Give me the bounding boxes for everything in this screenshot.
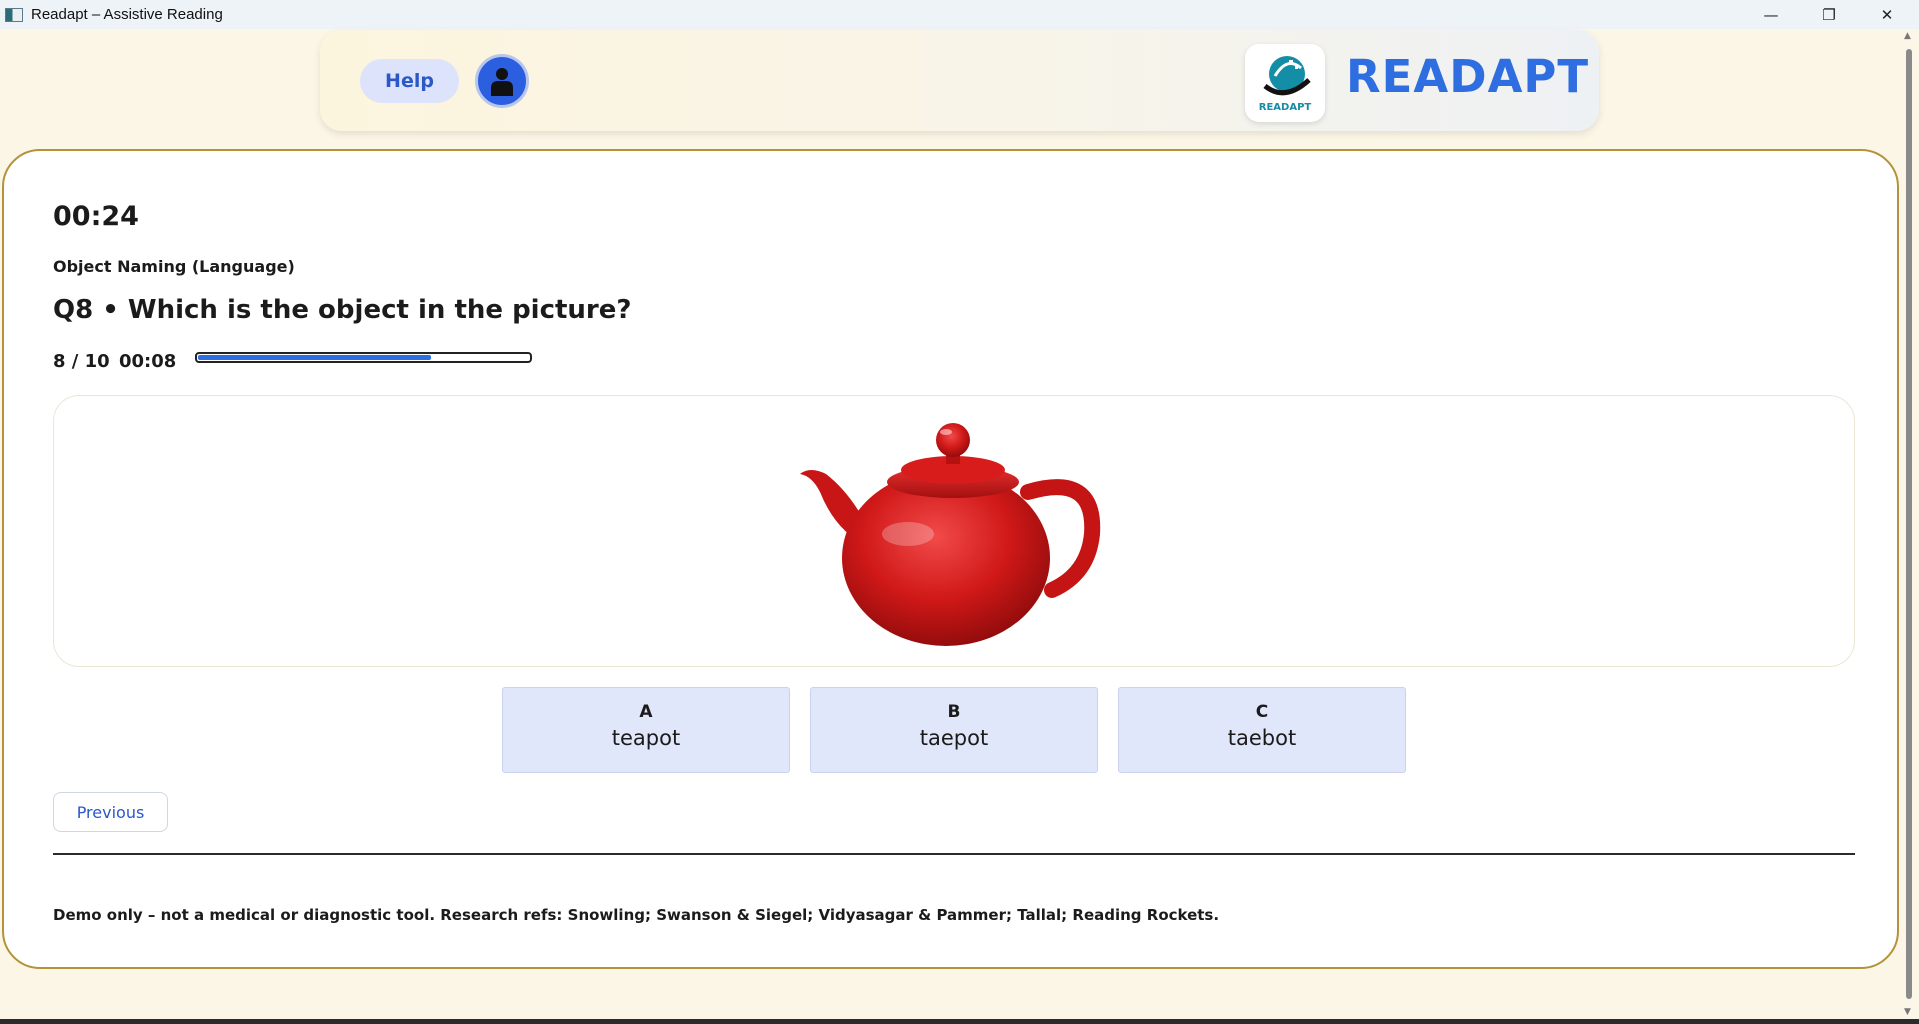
option-word: teapot — [611, 726, 681, 750]
quiz-card: 00:24 Object Naming (Language) Q8 • Whic… — [2, 149, 1899, 969]
option-letter: A — [639, 702, 653, 722]
option-c-button[interactable]: C taebot — [1118, 687, 1406, 773]
readapt-logo: READAPT — [1245, 44, 1325, 122]
scroll-down-icon[interactable]: ▼ — [1904, 1007, 1911, 1017]
progress-count: 8 / 10 — [53, 351, 110, 372]
question-text: Q8 • Which is the object in the picture? — [53, 295, 632, 325]
app-icon — [5, 7, 23, 22]
task-category: Object Naming (Language) — [53, 257, 295, 276]
bottom-edge — [0, 1019, 1919, 1024]
option-letter: B — [947, 702, 961, 722]
window-title: Readapt – Assistive Reading — [31, 6, 223, 23]
progress-bar-fill — [198, 355, 432, 360]
teapot-image — [800, 423, 1101, 646]
minimize-button[interactable]: — — [1742, 0, 1800, 29]
help-button[interactable]: Help — [360, 59, 459, 103]
option-a-button[interactable]: A teapot — [502, 687, 790, 773]
progress-bar — [195, 352, 532, 363]
scroll-up-icon[interactable]: ▲ — [1904, 31, 1911, 41]
person-icon — [491, 68, 513, 96]
profile-button[interactable] — [475, 54, 529, 108]
option-b-button[interactable]: B taepot — [810, 687, 1098, 773]
option-word: taepot — [919, 726, 989, 750]
disclaimer-footer: Demo only – not a medical or diagnostic … — [53, 906, 1220, 924]
vertical-scrollbar[interactable]: ▲ ▼ — [1899, 29, 1919, 1019]
app-header: Help READAPT READAPT — [320, 30, 1599, 131]
maximize-button[interactable]: ❐ — [1800, 0, 1858, 29]
option-letter: C — [1255, 702, 1269, 722]
picture-panel — [53, 395, 1855, 667]
close-button[interactable]: ✕ — [1858, 0, 1916, 29]
window-titlebar: Readapt – Assistive Reading — ❐ ✕ — [0, 0, 1919, 29]
brand-title: READAPT — [1346, 50, 1590, 103]
readapt-logo-icon — [1263, 56, 1311, 96]
previous-button[interactable]: Previous — [53, 792, 168, 832]
logo-text: READAPT — [1258, 102, 1312, 113]
scrollbar-thumb[interactable] — [1906, 49, 1912, 999]
question-time: 00:08 — [119, 351, 177, 372]
option-word: taebot — [1227, 726, 1297, 750]
quiz-timer: 00:24 — [53, 201, 139, 232]
divider — [53, 853, 1855, 855]
